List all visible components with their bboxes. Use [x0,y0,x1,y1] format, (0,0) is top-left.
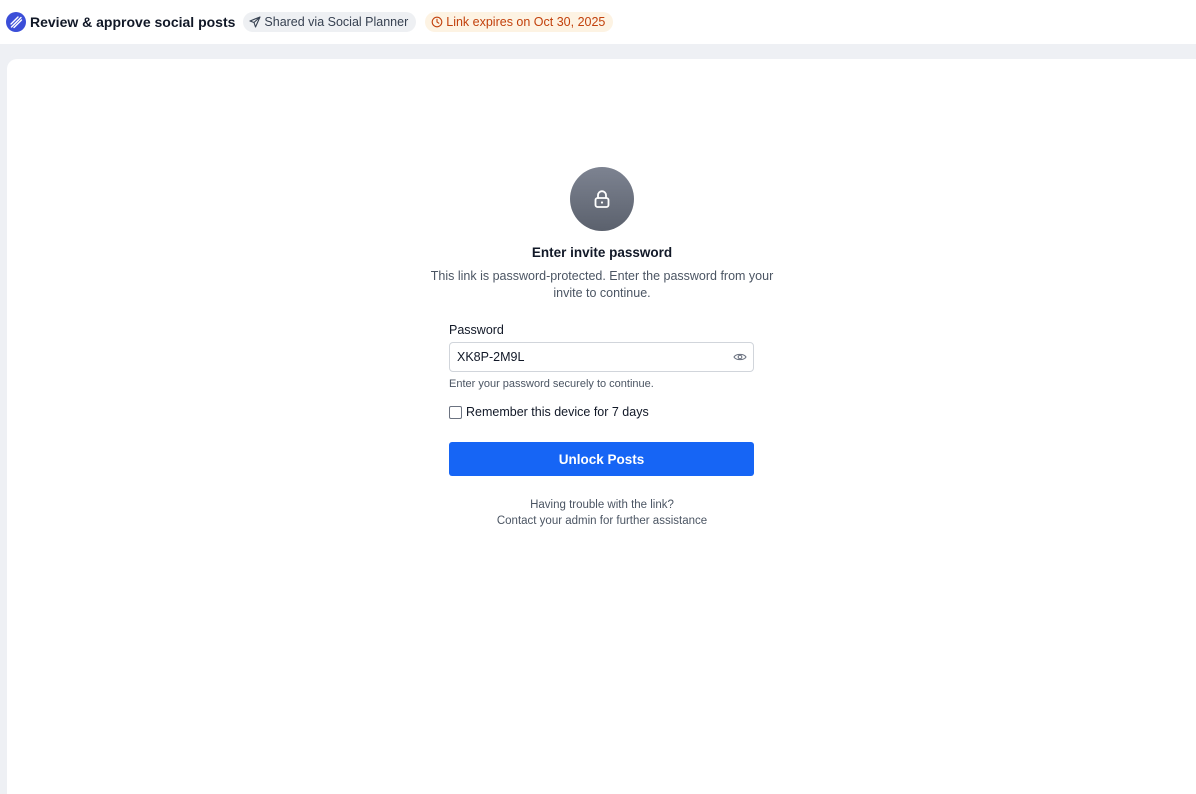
remember-device-option[interactable]: Remember this device for 7 days [449,405,649,419]
password-helper-text: Enter your password securely to continue… [449,378,654,390]
dialog-heading: Enter invite password [531,245,673,260]
password-field-wrapper [449,342,754,372]
brand-logo-icon [6,12,26,32]
password-input[interactable] [450,343,720,371]
page-title: Review & approve social posts [30,14,236,30]
clock-icon [431,16,443,28]
eye-icon[interactable] [733,350,747,364]
remember-device-label: Remember this device for 7 days [466,405,649,419]
content-card: Enter invite password This link is passw… [7,59,1196,794]
lock-badge [570,167,634,231]
expiry-label: Link expires on Oct 30, 2025 [446,15,606,29]
top-bar: Review & approve social posts Shared via… [0,0,1196,44]
remember-device-checkbox[interactable] [449,405,462,419]
unlock-posts-button[interactable]: Unlock Posts [449,442,754,476]
dialog-description: This link is password-protected. Enter t… [430,269,774,300]
send-icon [249,16,261,28]
password-label: Password [449,323,504,337]
shared-via-chip: Shared via Social Planner [243,12,417,32]
expiry-chip: Link expires on Oct 30, 2025 [425,12,614,32]
help-text-line-1: Having trouble with the link? [530,499,674,511]
lock-icon [594,190,610,208]
shared-via-label: Shared via Social Planner [264,15,409,29]
help-text: Having trouble with the link? Contact yo… [402,497,802,529]
help-text-line-2: Contact your admin for further assistanc… [496,515,708,527]
